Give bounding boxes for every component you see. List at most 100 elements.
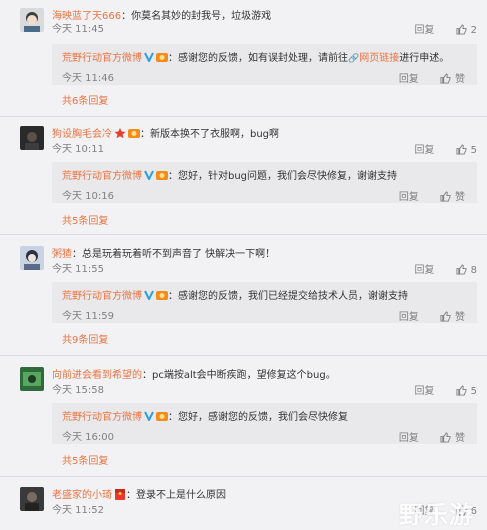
comment-time: 今天 11:55 (52, 264, 104, 275)
reply-button[interactable]: 回复 (399, 312, 419, 323)
avatar[interactable] (20, 487, 44, 511)
like-count: 5 (470, 386, 477, 397)
thumbs-up-icon (440, 311, 451, 322)
like-label: 赞 (455, 74, 465, 85)
like-label: 赞 (455, 192, 465, 203)
reply-actions: 回复 赞 (399, 311, 465, 324)
reply-username[interactable]: 荒野行动官方微博 (62, 171, 142, 182)
like-button[interactable]: 5 (456, 144, 477, 156)
reply-actions: 回复 赞 (399, 73, 465, 86)
like-button[interactable]: 赞 (440, 432, 465, 444)
thumbs-up-icon (456, 385, 467, 396)
comment-colon: ： (121, 11, 132, 22)
official-reply: 荒野行动官方微博 ：您好，感谢您的反馈，我们会尽快修复 今天 16:00 回复 赞 (52, 403, 477, 444)
reply-time: 今天 10:16 (62, 191, 114, 202)
reply-text-tail: 进行申述。 (399, 53, 450, 64)
comment-text: 你莫名其妙的封我号，垃圾游戏 (131, 11, 272, 22)
like-count: 5 (470, 145, 477, 156)
view-more-replies[interactable]: 共9条回复 (62, 335, 108, 347)
like-button[interactable]: 8 (456, 264, 477, 276)
divider (0, 476, 487, 477)
reply-text: ：感谢您的反馈，如有误封处理，请前往 (168, 53, 348, 64)
like-button[interactable]: 2 (456, 24, 477, 36)
reply-button[interactable]: 回复 (399, 192, 419, 203)
comment-username[interactable]: 粥猹 (52, 249, 72, 260)
reply-actions: 回复 赞 (399, 432, 465, 445)
thumbs-up-icon (456, 264, 467, 275)
divider (0, 355, 487, 356)
like-count: 2 (470, 25, 477, 36)
comment-colon: ： (72, 249, 82, 260)
reply-button[interactable]: 回复 (399, 433, 419, 444)
comment-username[interactable]: 海映蓝了天666 (52, 11, 121, 22)
reply-username[interactable]: 荒野行动官方微博 (62, 412, 142, 423)
comment-text: pc端按alt会中断疾跑，望修复这个bug。 (152, 370, 336, 381)
view-more-replies[interactable]: 共5条回复 (62, 216, 108, 228)
verified-v-icon (144, 52, 154, 62)
reply-time: 今天 16:00 (62, 432, 114, 443)
member-badge-icon (156, 412, 168, 421)
thumbs-up-icon (440, 191, 451, 202)
comment-actions: 回复 5 (414, 385, 477, 398)
view-more-replies[interactable]: 共6条回复 (62, 96, 108, 108)
comment-username[interactable]: 向前进会看到希望的 (52, 370, 142, 381)
divider (0, 234, 487, 235)
reply-time: 今天 11:59 (62, 311, 114, 322)
comment-actions: 回复 5 (414, 144, 477, 157)
member-badge-icon (128, 129, 140, 138)
reply-button[interactable]: 回复 (399, 74, 419, 85)
member-badge-icon (156, 53, 168, 62)
reply-text: ：您好，感谢您的反馈，我们会尽快修复 (168, 412, 348, 423)
like-label: 赞 (455, 312, 465, 323)
comment-username[interactable]: 老盛家的小琦 (52, 490, 112, 501)
reply-button[interactable]: 回复 (414, 145, 434, 156)
comment-time: 今天 11:45 (52, 24, 104, 35)
reply-button[interactable]: 回复 (414, 265, 434, 276)
comment-time: 今天 10:11 (52, 144, 104, 155)
official-reply: 荒野行动官方微博 ：您好，针对bug问题，我们会尽快修复，谢谢支持 今天 10:1… (52, 162, 477, 203)
thumbs-up-icon (456, 144, 467, 155)
like-button[interactable]: 5 (456, 385, 477, 397)
comment-time: 今天 11:52 (52, 505, 104, 516)
reply-actions: 回复 赞 (399, 191, 465, 204)
comment-colon: ： (142, 370, 152, 381)
thumbs-up-icon (456, 24, 467, 35)
comment-username[interactable]: 狗设胸毛会冷 (52, 129, 112, 140)
member-badge-icon (156, 171, 168, 180)
like-button[interactable]: 赞 (440, 73, 465, 85)
reply-username[interactable]: 荒野行动官方微博 (62, 291, 142, 302)
official-reply: 荒野行动官方微博 ：感谢您的反馈，我们已经提交给技术人员，谢谢支持 今天 11:5… (52, 282, 477, 323)
member-badge-icon (156, 291, 168, 300)
verified-v-icon (144, 290, 154, 300)
thumbs-up-icon (440, 432, 451, 443)
red-envelope-icon (115, 489, 125, 500)
reply-button[interactable]: 回复 (414, 386, 434, 397)
like-label: 赞 (455, 433, 465, 444)
like-count: 8 (470, 265, 477, 276)
divider (0, 116, 487, 117)
thumbs-up-icon (440, 73, 451, 84)
avatar[interactable] (20, 126, 44, 150)
comment-colon: ： (126, 490, 136, 501)
verified-v-icon (144, 170, 154, 180)
link-icon: 🔗 (348, 54, 360, 64)
star-icon (114, 128, 126, 139)
comment-actions: 回复 2 (414, 24, 477, 37)
verified-v-icon (144, 411, 154, 421)
reply-button[interactable]: 回复 (414, 25, 434, 36)
like-button[interactable]: 赞 (440, 191, 465, 203)
comment-text: 总是玩着玩着听不到声音了 快解决一下啊！ (82, 249, 276, 260)
avatar[interactable] (20, 8, 44, 32)
comment-text: 新版本换不了衣服啊，bug啊 (150, 129, 280, 140)
reply-time: 今天 11:46 (62, 73, 114, 84)
avatar[interactable] (20, 246, 44, 270)
comment-time: 今天 15:58 (52, 385, 104, 396)
avatar[interactable] (20, 367, 44, 391)
comment-colon: ： (140, 129, 150, 140)
reply-text: ：感谢您的反馈，我们已经提交给技术人员，谢谢支持 (168, 291, 408, 302)
reply-username[interactable]: 荒野行动官方微博 (62, 53, 142, 64)
view-more-replies[interactable]: 共5条回复 (62, 456, 108, 468)
web-link[interactable]: 网页链接 (359, 53, 399, 64)
like-button[interactable]: 赞 (440, 311, 465, 323)
comment-actions: 回复 8 (414, 264, 477, 277)
